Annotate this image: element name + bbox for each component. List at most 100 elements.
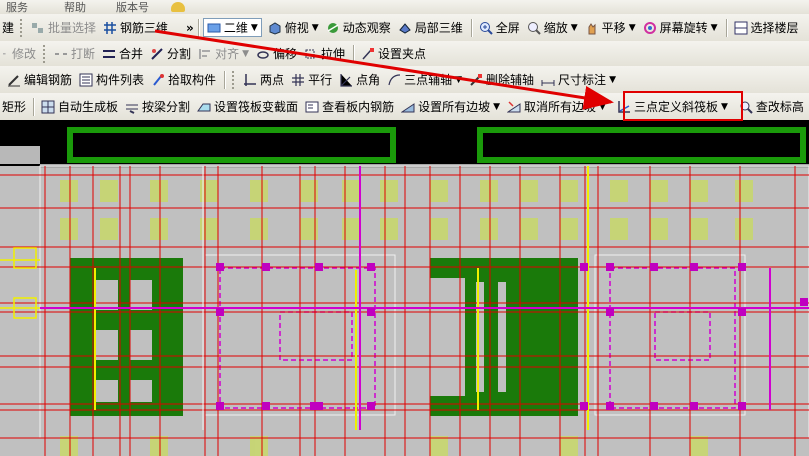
- chevron-down-icon: ▼: [311, 22, 319, 33]
- point-angle-button[interactable]: 点角: [336, 70, 383, 90]
- eraser-icon: [470, 73, 483, 86]
- view-mode-value: 二维: [223, 21, 248, 35]
- select-floor-button[interactable]: 选择楼层: [731, 18, 802, 38]
- stretch-button[interactable]: 拉伸: [301, 44, 348, 64]
- pick-component-label: 拾取构件: [168, 73, 217, 87]
- delete-axis-button[interactable]: 删除辅轴: [466, 70, 537, 90]
- cancel-slope-icon: [507, 100, 521, 112]
- split-by-beam-button[interactable]: 按梁分割: [122, 97, 193, 117]
- dimension-icon: [541, 79, 555, 86]
- slope-icon: [401, 102, 415, 112]
- local-3d-icon: [398, 22, 411, 34]
- two-points-label: 两点: [260, 73, 285, 87]
- floor-icon: [734, 21, 748, 34]
- rebar-3d-button[interactable]: 钢筋三维: [100, 18, 171, 38]
- set-grip-label: 设置夹点: [378, 47, 427, 61]
- check-elevation-button[interactable]: 查改标高: [736, 97, 807, 117]
- offset-label: 偏移: [273, 47, 298, 61]
- check-elevation-label: 查改标高: [755, 100, 804, 114]
- edit-rebar-button[interactable]: 编辑钢筋: [4, 70, 75, 90]
- align-button[interactable]: 对齐 ▼: [195, 44, 252, 64]
- delete-axis-label: 删除辅轴: [486, 73, 535, 87]
- batch-select-button[interactable]: 批量选择: [28, 18, 99, 38]
- menu-bar: 服务 帮助 版本号: [0, 0, 809, 15]
- split-label: 分割: [167, 47, 192, 61]
- two-points-icon: [244, 73, 257, 86]
- menu-item-help[interactable]: 帮助: [64, 0, 86, 14]
- pan-label: 平移: [601, 21, 626, 35]
- three-point-axis-label: 三点辅轴: [404, 73, 453, 87]
- chevron-down-icon: ▼: [493, 101, 501, 112]
- dimension-button[interactable]: 尺寸标注 ▼: [538, 70, 619, 90]
- face-icon: [171, 2, 185, 12]
- cancel-all-slopes-button[interactable]: 取消所有边坡 ▼: [504, 97, 609, 117]
- set-grip-button[interactable]: 设置夹点: [358, 44, 429, 64]
- view-slab-rebar-label: 查看板内钢筋: [322, 100, 395, 114]
- merge-button[interactable]: 合并: [99, 44, 146, 64]
- toolbar-overflow-icon[interactable]: »: [186, 21, 194, 35]
- pencil-icon: [8, 74, 20, 86]
- dynamic-observe-button[interactable]: 动态观察: [323, 18, 394, 38]
- break-icon: [55, 52, 68, 55]
- top-view-button[interactable]: 俯视 ▼: [265, 18, 322, 38]
- edit-rebar-label: 编辑钢筋: [24, 73, 73, 87]
- stretch-label: 拉伸: [321, 47, 346, 61]
- menu-item-version[interactable]: 版本号: [116, 0, 149, 14]
- toolbar-separator: [725, 18, 727, 37]
- toolbar-separator: [470, 18, 472, 37]
- fullscreen-button[interactable]: 全屏: [476, 18, 523, 38]
- menu-item-service[interactable]: 服务: [6, 0, 28, 14]
- pick-component-button[interactable]: 拾取构件: [148, 70, 219, 90]
- set-all-slopes-button[interactable]: 设置所有边坡 ▼: [398, 97, 503, 117]
- local-3d-button[interactable]: 局部三维: [395, 18, 466, 38]
- rebar-grid-icon: [104, 21, 117, 34]
- merge-icon: [103, 49, 116, 58]
- auto-generate-slab-button[interactable]: 自动生成板: [38, 97, 121, 117]
- arc-axis-icon: [388, 73, 401, 85]
- offset-button[interactable]: 偏移: [253, 44, 300, 64]
- orbit-icon: [327, 22, 339, 33]
- screen-rotate-button[interactable]: 屏幕旋转 ▼: [640, 18, 721, 38]
- cube-icon: [269, 21, 281, 35]
- chevron-down-icon: ▼: [599, 101, 606, 112]
- select-floor-label: 选择楼层: [750, 21, 799, 35]
- zoom-button[interactable]: 缩放 ▼: [524, 18, 581, 38]
- two-points-button[interactable]: 两点: [240, 70, 287, 90]
- chevron-down-icon: ▼: [250, 22, 258, 33]
- parallel-button[interactable]: 平行: [288, 70, 335, 90]
- chevron-down-icon: ▼: [242, 48, 249, 59]
- modify-button[interactable]: 修改: [0, 44, 39, 64]
- offset-icon: [257, 50, 269, 59]
- view-rebar-icon: [305, 101, 319, 112]
- batch-select-icon: [32, 22, 44, 33]
- annotation-highlight-box: [623, 91, 743, 121]
- set-raft-section-button[interactable]: 设置筏板变截面: [194, 97, 301, 117]
- zoom-label: 缩放: [543, 21, 568, 35]
- split-button[interactable]: 分割: [147, 44, 194, 64]
- view-mode-select[interactable]: 二维 ▼: [202, 18, 262, 37]
- batch-select-label: 批量选择: [48, 21, 97, 35]
- view-slab-rebar-button[interactable]: 查看板内钢筋: [302, 97, 397, 117]
- toolbar-grip: [43, 44, 48, 63]
- chevron-down-icon: ▼: [570, 22, 578, 33]
- modify-label: 修改: [12, 47, 37, 61]
- component-list-label: 构件列表: [96, 73, 145, 87]
- point-angle-label: 点角: [356, 73, 381, 87]
- align-icon: [199, 48, 211, 59]
- drawing-canvas[interactable]: [0, 120, 809, 456]
- point-angle-icon: [340, 73, 353, 87]
- chevron-down-icon: ▼: [710, 22, 718, 33]
- grip-point-icon: [362, 47, 375, 59]
- auto-generate-slab-label: 自动生成板: [58, 100, 119, 114]
- pan-button[interactable]: 平移 ▼: [582, 18, 639, 38]
- split-by-beam-label: 按梁分割: [142, 100, 191, 114]
- toolbar-partial-item[interactable]: 建: [0, 18, 16, 38]
- list-icon: [79, 73, 93, 86]
- break-button[interactable]: 打断: [51, 44, 98, 64]
- three-point-axis-button[interactable]: 三点辅轴 ▼: [384, 70, 465, 90]
- plane-icon: [207, 23, 221, 32]
- toolbar-separator: [197, 18, 199, 37]
- rect-button[interactable]: 矩形: [0, 97, 28, 117]
- set-raft-section-label: 设置筏板变截面: [214, 100, 299, 114]
- component-list-button[interactable]: 构件列表: [76, 70, 147, 90]
